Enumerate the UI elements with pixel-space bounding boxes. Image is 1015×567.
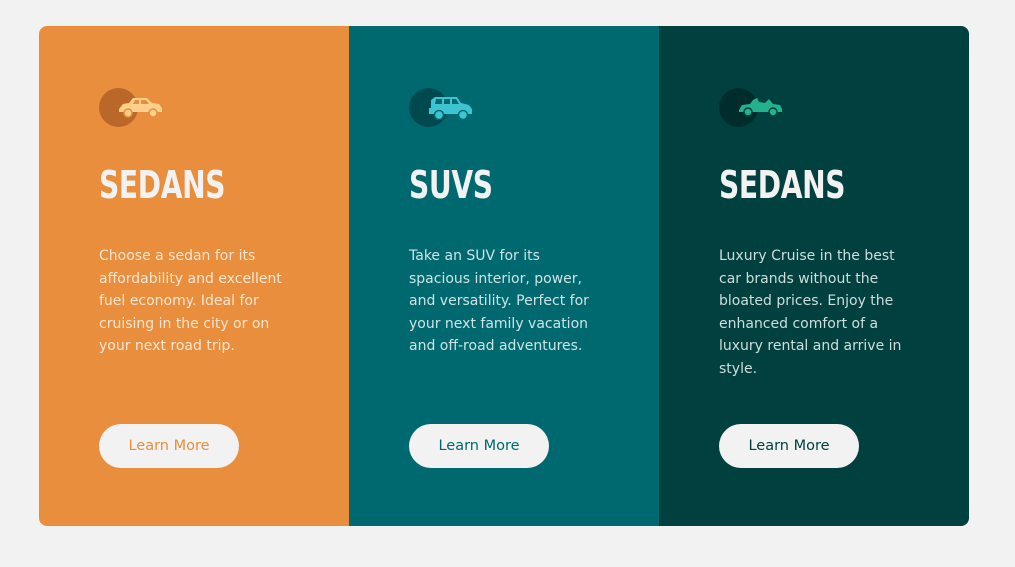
learn-more-button[interactable]: Learn More [99, 424, 239, 468]
card-description: Luxury Cruise in the best car brands wit… [719, 248, 902, 377]
card-title: SUVS [409, 163, 493, 207]
card-description: Choose a sedan for its affordability and… [99, 248, 282, 354]
sedan-car-icon [99, 88, 169, 128]
card-description: Take an SUV for its spacious interior, p… [409, 248, 589, 354]
card-suvs: SUVS Take an SUV for its spacious interi… [349, 26, 659, 526]
card-title: SEDANS [99, 163, 226, 207]
suv-car-icon [409, 88, 479, 128]
luxury-car-icon [719, 88, 789, 128]
learn-more-button[interactable]: Learn More [409, 424, 549, 468]
learn-more-button[interactable]: Learn More [719, 424, 859, 468]
card-sedans: SEDANS Choose a sedan for its affordabil… [39, 26, 349, 526]
card-luxury: SEDANS Luxury Cruise in the best car bra… [659, 26, 969, 526]
card-title: SEDANS [719, 163, 846, 207]
car-category-cards: SEDANS Choose a sedan for its affordabil… [39, 26, 969, 526]
